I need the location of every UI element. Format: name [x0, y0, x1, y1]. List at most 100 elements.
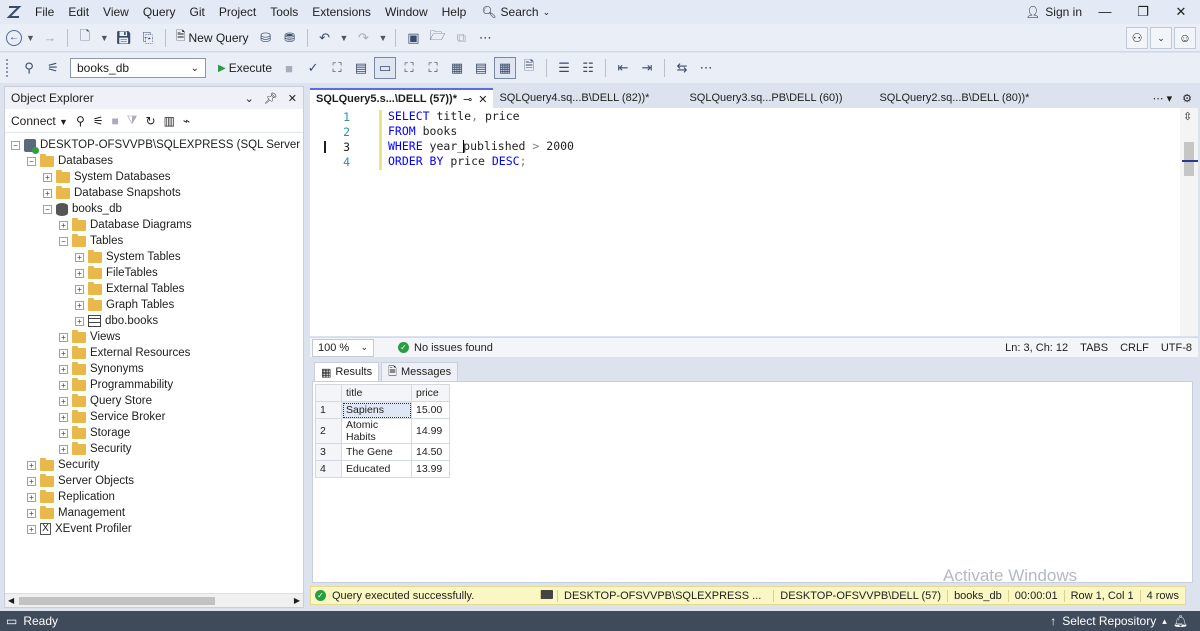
- menu-edit[interactable]: Edit: [61, 0, 96, 24]
- tree-node-books-db[interactable]: − books_db: [43, 201, 122, 217]
- cell-title[interactable]: Sapiens: [341, 401, 412, 419]
- collapse-icon[interactable]: −: [11, 140, 20, 150]
- results-to-text-icon[interactable]: ▤: [470, 57, 492, 79]
- indent-mode[interactable]: TABS: [1080, 342, 1108, 354]
- tab-sqlquery4[interactable]: SQLQuery4.sq...B\DELL (82))*: [493, 88, 683, 108]
- select-repository-button[interactable]: ↑ Select Repository ▴ 🔔︎: [1050, 614, 1200, 628]
- expand-icon[interactable]: +: [59, 220, 68, 230]
- collapse-icon[interactable]: −: [59, 236, 68, 246]
- expand-icon[interactable]: +: [75, 284, 84, 294]
- tree-node-service-broker[interactable]: + Service Broker: [59, 409, 165, 425]
- results-grid[interactable]: title price 1 Sapiens 15.00 2 Atomic Hab…: [315, 384, 450, 478]
- stop-icon[interactable]: ■: [278, 57, 300, 79]
- query-options-icon[interactable]: ▤: [350, 57, 372, 79]
- tree-node-dbo-books[interactable]: + dbo.books: [75, 313, 158, 329]
- copy-icon[interactable]: ⧉: [450, 27, 472, 49]
- tree-node-tables[interactable]: − Tables: [59, 233, 123, 249]
- open-folder-icon[interactable]: 🗁︎: [426, 27, 448, 49]
- expand-icon[interactable]: +: [27, 508, 36, 518]
- expand-icon[interactable]: +: [43, 188, 52, 198]
- tab-results[interactable]: ▦ Results: [314, 362, 380, 381]
- tree-node-server-objects[interactable]: + Server Objects: [27, 473, 134, 489]
- menu-window[interactable]: Window: [378, 0, 435, 24]
- gear-icon[interactable]: ⚙: [1182, 92, 1192, 105]
- sign-in-button[interactable]: 👤︎ Sign in: [1025, 0, 1082, 24]
- editor-vertical-scrollbar[interactable]: ⇳: [1180, 108, 1198, 336]
- tree-node-external-tables[interactable]: + External Tables: [75, 281, 184, 297]
- restore-icon[interactable]: ❐: [1124, 0, 1162, 24]
- code-line-3[interactable]: WHERE year_published > 2000: [388, 139, 574, 154]
- encoding[interactable]: UTF-8: [1161, 342, 1192, 354]
- cell-price[interactable]: 15.00: [411, 401, 450, 419]
- split-icon[interactable]: ⇳: [1183, 110, 1192, 123]
- tree-node-storage[interactable]: + Storage: [59, 425, 130, 441]
- decrease-indent-icon[interactable]: ⇤: [612, 57, 634, 79]
- results-to-grid-icon[interactable]: ▦: [494, 57, 517, 79]
- notification-icon[interactable]: 🔔︎: [1173, 614, 1188, 628]
- chevron-down-icon[interactable]: ⌄: [245, 92, 254, 105]
- expand-icon[interactable]: +: [59, 412, 68, 422]
- menu-file[interactable]: File: [28, 0, 61, 24]
- expand-icon[interactable]: +: [59, 444, 68, 454]
- cell-price[interactable]: 14.50: [411, 443, 450, 461]
- row-number[interactable]: 1: [315, 401, 342, 419]
- expand-icon[interactable]: +: [27, 460, 36, 470]
- live-stats-icon[interactable]: ⛶: [422, 57, 444, 79]
- tab-overflow-icon[interactable]: ⋯ ▾: [1153, 92, 1173, 105]
- database-query-icon[interactable]: ⛁: [255, 27, 277, 49]
- cell-price[interactable]: 14.99: [411, 418, 450, 444]
- row-number[interactable]: 4: [315, 460, 342, 478]
- tree-node-xevent-profiler[interactable]: + X XEvent Profiler: [27, 521, 132, 537]
- more-icon[interactable]: ⋯: [474, 27, 496, 49]
- feedback-icon[interactable]: ☺: [1174, 27, 1196, 49]
- tab-sqlquery2[interactable]: SQLQuery2.sq...B\DELL (80))*: [873, 88, 1063, 108]
- filter-icon[interactable]: ⧩: [127, 113, 138, 128]
- tree-node-system-databases[interactable]: + System Databases: [43, 169, 171, 185]
- expand-icon[interactable]: +: [75, 300, 84, 310]
- tree-node-replication[interactable]: + Replication: [27, 489, 115, 505]
- save-icon[interactable]: 💾︎: [113, 27, 135, 49]
- row-number-header[interactable]: [315, 384, 342, 402]
- cell-price[interactable]: 13.99: [411, 460, 450, 478]
- pin-icon[interactable]: 📌︎: [264, 92, 278, 105]
- more-icon[interactable]: ⋯: [695, 57, 717, 79]
- collapse-icon[interactable]: −: [43, 204, 52, 214]
- expand-icon[interactable]: +: [75, 268, 84, 278]
- query-editor[interactable]: 1 2 3 4 SELECT title, price FROM books W…: [310, 108, 1198, 336]
- copilot-icon[interactable]: ⚇: [1126, 27, 1148, 49]
- analysis-query-icon[interactable]: ⛃: [279, 27, 301, 49]
- scrollbar-thumb[interactable]: [19, 597, 215, 605]
- expand-icon[interactable]: +: [59, 332, 68, 342]
- new-query-button[interactable]: 🗎︎ New Query: [172, 27, 253, 49]
- intellisense-icon[interactable]: ▭: [374, 57, 397, 79]
- expand-icon[interactable]: +: [59, 364, 68, 374]
- column-header-title[interactable]: title: [341, 384, 412, 402]
- execute-button[interactable]: ▶ Execute: [214, 57, 276, 79]
- tree-node-query-store[interactable]: + Query Store: [59, 393, 152, 409]
- tree-node-databases[interactable]: − Databases: [27, 153, 113, 169]
- redo-icon[interactable]: ↷: [352, 27, 374, 49]
- expand-icon[interactable]: +: [27, 524, 36, 534]
- comment-icon[interactable]: ☰: [553, 57, 575, 79]
- increase-indent-icon[interactable]: ⇥: [636, 57, 658, 79]
- activity-monitor-icon[interactable]: ▣: [402, 27, 424, 49]
- scrollbar-thumb[interactable]: [1184, 142, 1194, 176]
- new-project-icon[interactable]: 🗋︎: [74, 27, 96, 49]
- toolbar-grip[interactable]: [6, 59, 12, 77]
- activity-icon[interactable]: ⌁: [183, 114, 190, 128]
- tree-node-system-tables[interactable]: + System Tables: [75, 249, 181, 265]
- expand-icon[interactable]: +: [43, 172, 52, 182]
- new-project-dropdown-icon[interactable]: ▼: [100, 33, 109, 43]
- minimize-icon[interactable]: —: [1086, 0, 1124, 24]
- redo-dropdown-icon[interactable]: ▼: [378, 33, 387, 43]
- expand-icon[interactable]: +: [27, 492, 36, 502]
- table-row[interactable]: 3 The Gene 14.50: [315, 443, 450, 461]
- collapse-icon[interactable]: −: [27, 156, 36, 166]
- expand-icon[interactable]: +: [59, 396, 68, 406]
- stop-icon[interactable]: ■: [112, 114, 119, 128]
- back-dropdown-icon[interactable]: ▼: [26, 33, 35, 43]
- menu-tools[interactable]: Tools: [263, 0, 305, 24]
- column-header-price[interactable]: price: [411, 384, 450, 402]
- connect-icon[interactable]: ⚲: [76, 114, 85, 128]
- tree-node-graph-tables[interactable]: + Graph Tables: [75, 297, 174, 313]
